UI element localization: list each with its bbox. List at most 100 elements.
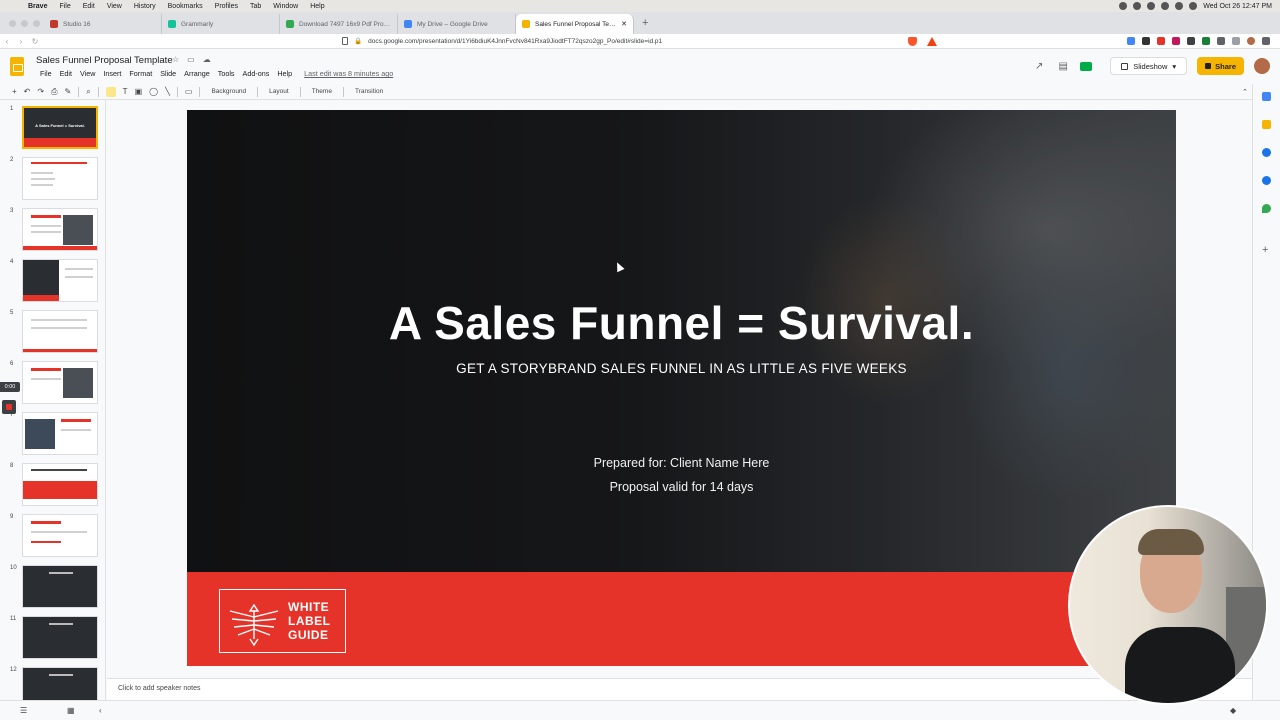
menu-edit[interactable]: Edit (56, 69, 76, 78)
menu-slide[interactable]: Slide (156, 69, 180, 78)
tray-bluetooth-icon[interactable] (1147, 2, 1156, 10)
tab-sales-funnel[interactable]: Sales Funnel Proposal Template ✕ (516, 14, 634, 34)
star-icon[interactable]: ☆ (172, 55, 179, 64)
keep-icon[interactable] (1262, 120, 1271, 129)
url-text[interactable]: docs.google.com/presentation/d/1Yi6bdiuK… (368, 38, 662, 45)
minimize-window-icon[interactable] (21, 19, 28, 27)
os-menu-edit[interactable]: Edit (77, 3, 101, 10)
slide-thumbnail[interactable] (22, 616, 98, 659)
slides-logo-icon[interactable] (10, 57, 24, 76)
chevron-down-icon[interactable]: ▾ (1172, 62, 1176, 71)
os-menu-window[interactable]: Window (267, 3, 304, 10)
tray-settings-icon[interactable] (1133, 2, 1142, 10)
comments-icon[interactable]: ▤ (1056, 61, 1070, 72)
slide-thumbnail[interactable] (22, 310, 98, 353)
undo-icon[interactable]: ↶ (24, 87, 31, 96)
menu-icon[interactable] (1262, 37, 1270, 45)
extension-icon[interactable] (1187, 37, 1195, 45)
extension-icon[interactable] (1142, 37, 1150, 45)
tab-download-pdf[interactable]: Download 7497 16x9 Pdf Product M (280, 14, 398, 34)
os-menu-help[interactable]: Help (304, 3, 330, 10)
reload-icon[interactable]: ↻ (28, 37, 42, 46)
slide-thumbnail[interactable] (22, 514, 98, 557)
forward-icon[interactable]: › (14, 37, 28, 46)
new-slide-icon[interactable]: + (12, 87, 17, 96)
stop-recording-icon[interactable] (2, 400, 16, 414)
tab-grammarly[interactable]: Grammarly (162, 14, 280, 34)
maps-icon[interactable] (1262, 204, 1271, 213)
thumbnail-row[interactable]: 2 (0, 153, 105, 201)
comment-add-icon[interactable]: ▭ (185, 87, 193, 96)
thumbnail-row[interactable]: 4 (0, 255, 105, 303)
shape-icon[interactable]: ◯ (149, 87, 158, 96)
get-addons-icon[interactable]: + (1262, 245, 1271, 256)
menu-format[interactable]: Format (125, 69, 156, 78)
os-menu-file[interactable]: File (53, 3, 76, 10)
meet-button[interactable] (1080, 60, 1100, 72)
os-menu-bookmarks[interactable]: Bookmarks (162, 3, 209, 10)
collapse-panel-icon[interactable]: ‹ (99, 706, 102, 715)
move-folder-icon[interactable]: ▭ (187, 55, 195, 64)
tab-google-drive[interactable]: My Drive – Google Drive (398, 14, 516, 34)
text-box-icon[interactable]: T (123, 87, 128, 96)
slide-filmstrip[interactable]: 1 A Sales Funnel = Survival. 2 3 4 5 6 7… (0, 100, 106, 700)
slide-thumbnail[interactable] (22, 157, 98, 200)
slide-thumbnail[interactable] (22, 565, 98, 608)
select-tool-icon[interactable] (105, 86, 116, 97)
redo-icon[interactable]: ↷ (37, 87, 44, 96)
menu-arrange[interactable]: Arrange (180, 69, 214, 78)
menu-addons[interactable]: Add-ons (239, 69, 274, 78)
slide-footer-band[interactable]: WHITE LABEL GUIDE (187, 572, 1176, 666)
print-icon[interactable]: ⎙ (51, 87, 57, 97)
extension-icon[interactable] (1232, 37, 1240, 45)
brave-rewards-icon[interactable] (927, 36, 937, 46)
url-bar[interactable]: 🔒 docs.google.com/presentation/d/1Yi6bdi… (342, 35, 908, 47)
background-button[interactable]: Background (207, 88, 250, 95)
os-clock[interactable]: Wed Oct 26 12:47 PM (1203, 3, 1272, 10)
prepared-for-text[interactable]: Prepared for: Client Name Here (187, 456, 1176, 470)
paint-format-icon[interactable]: ✎ (64, 87, 71, 96)
thumbnail-row[interactable]: 6 (0, 357, 105, 405)
tab-studio-16[interactable]: Studio 16 (44, 14, 162, 34)
contacts-icon[interactable] (1262, 176, 1271, 185)
os-menu-profiles[interactable]: Profiles (209, 3, 244, 10)
close-tab-icon[interactable]: ✕ (621, 20, 627, 28)
tray-wifi-icon[interactable] (1161, 2, 1170, 10)
slide-thumbnail[interactable] (22, 208, 98, 251)
thumbnail-row[interactable]: 12 (0, 663, 105, 700)
os-menu-view[interactable]: View (101, 3, 128, 10)
slide-thumbnail[interactable] (22, 259, 98, 302)
current-slide[interactable]: A Sales Funnel = Survival. GET A STORYBR… (187, 110, 1176, 666)
os-menu-tab[interactable]: Tab (244, 3, 267, 10)
thumbnail-row[interactable]: 3 (0, 204, 105, 252)
os-menu-history[interactable]: History (128, 3, 162, 10)
profile-avatar-icon[interactable] (1247, 37, 1255, 45)
menu-help[interactable]: Help (273, 69, 296, 78)
speaker-notes-placeholder[interactable]: Click to add speaker notes (118, 685, 201, 692)
thumbnail-row[interactable]: 8 (0, 459, 105, 507)
theme-button[interactable]: Theme (308, 88, 336, 95)
cloud-status-icon[interactable]: ☁ (203, 55, 211, 64)
filmstrip-view-icon[interactable]: ☰ (20, 706, 27, 715)
slide-subtitle[interactable]: GET A STORYBRAND SALES FUNNEL IN AS LITT… (187, 361, 1176, 376)
close-window-icon[interactable] (9, 19, 16, 27)
speaker-notes[interactable]: Click to add speaker notes (107, 678, 1252, 700)
tray-control-center-icon[interactable] (1189, 2, 1198, 10)
activity-trend-icon[interactable]: ↗ (1032, 61, 1046, 72)
menu-file[interactable]: File (36, 69, 56, 78)
back-icon[interactable]: ‹ (0, 37, 14, 46)
thumbnail-row[interactable]: 7 (0, 408, 105, 456)
document-title[interactable]: Sales Funnel Proposal Template (36, 55, 173, 66)
thumbnail-row[interactable]: 5 (0, 306, 105, 354)
white-label-guide-logo[interactable]: WHITE LABEL GUIDE (219, 589, 346, 653)
layout-button[interactable]: Layout (265, 88, 293, 95)
tasks-icon[interactable] (1262, 148, 1271, 157)
extension-icon[interactable] (1202, 37, 1210, 45)
extension-icon[interactable] (1157, 37, 1165, 45)
tray-search-icon[interactable] (1175, 2, 1184, 10)
grid-view-icon[interactable]: ▦ (67, 706, 75, 715)
slide-thumbnail[interactable] (22, 412, 98, 455)
thumbnail-row[interactable]: 10 (0, 561, 105, 609)
thumbnail-row[interactable]: 1 A Sales Funnel = Survival. (0, 102, 105, 150)
collapse-menus-icon[interactable]: ⌃ (1242, 88, 1248, 96)
